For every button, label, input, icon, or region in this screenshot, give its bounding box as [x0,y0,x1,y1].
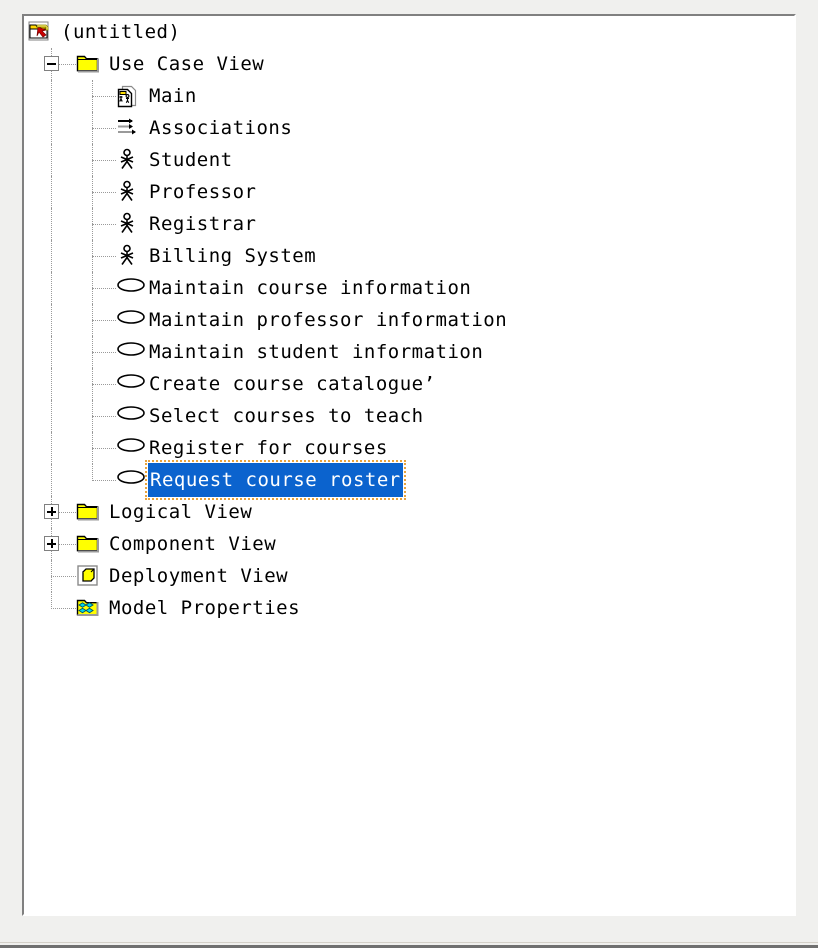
tree-node-label: Select courses to teach [148,400,425,432]
model-root-icon [28,20,54,44]
tree-guide-vertical [51,240,53,272]
tree-guide-horizontal [51,576,76,578]
tree-node[interactable]: Maintain course information [24,272,794,304]
tree-guide-horizontal [92,224,116,226]
tree-node-label: Maintain course information [148,272,472,304]
folder-icon [76,500,102,524]
tree-node-label: Deployment View [108,560,289,592]
tree-guide-horizontal [51,608,76,610]
model-tree[interactable]: (untitled) Use Case View Main Associatio… [24,16,794,624]
tree-guide-vertical [51,336,53,368]
tree-node-label: (untitled) [60,16,181,48]
model-browser-panel[interactable]: (untitled) Use Case View Main Associatio… [22,14,796,916]
folder-icon [76,532,102,556]
tree-node[interactable]: Student [24,144,794,176]
expand-node-button[interactable] [44,504,59,519]
tree-guide-vertical [51,144,53,176]
use-case-icon [116,468,142,492]
tree-node[interactable]: Registrar [24,208,794,240]
tree-guide-vertical [51,208,53,240]
tree-node-label: Maintain student information [148,336,484,368]
use-case-icon [116,308,142,332]
tree-node[interactable]: Logical View [24,496,794,528]
tree-node[interactable]: Component View [24,528,794,560]
tree-node[interactable]: Maintain student information [24,336,794,368]
tree-node[interactable]: Request course roster [24,464,794,496]
tree-guide-horizontal [92,384,116,386]
tree-node[interactable]: Professor [24,176,794,208]
tree-node[interactable]: Select courses to teach [24,400,794,432]
tree-node-label: Register for courses [148,432,389,464]
tree-guide-vertical [51,176,53,208]
actor-icon [116,244,142,268]
tree-node-label: Student [148,144,234,176]
tree-guide-horizontal [92,448,116,450]
tree-node[interactable]: Main [24,80,794,112]
tree-node[interactable]: Billing System [24,240,794,272]
actor-icon [116,148,142,172]
tree-node[interactable]: Register for courses [24,432,794,464]
tree-node-label: Component View [108,528,277,560]
tree-node-label: Use Case View [108,48,265,80]
tree-node-label: Model Properties [108,592,301,624]
tree-guide-horizontal [92,416,116,418]
tree-guide-vertical [51,592,53,609]
collapse-node-button[interactable] [44,56,59,71]
tree-guide-vertical [51,432,53,464]
use-case-icon [116,276,142,300]
use-case-icon [116,404,142,428]
actor-icon [116,180,142,204]
tree-guide-horizontal [92,256,116,258]
tree-guide-vertical [51,304,53,336]
tree-node-label: Logical View [108,496,253,528]
tree-guide-horizontal [92,160,116,162]
application-window: (untitled) Use Case View Main Associatio… [0,0,818,948]
expand-node-button[interactable] [44,536,59,551]
folder-icon [76,52,102,76]
tree-guide-horizontal [92,288,116,290]
tree-node[interactable]: Deployment View [24,560,794,592]
tree-guide-horizontal [92,192,116,194]
tree-node-label: Request course roster [148,463,403,497]
use-case-icon [116,436,142,460]
use-case-icon [116,340,142,364]
tree-guide-horizontal [92,352,116,354]
tree-guide-vertical [51,112,53,144]
diagram-icon [116,84,142,108]
deployment-icon [76,564,102,588]
tree-guide-vertical [51,368,53,400]
tree-node[interactable]: Use Case View [24,48,794,80]
tree-guide-horizontal [92,128,116,130]
tree-node-label: Associations [148,112,293,144]
tree-node-label: Create course catalogue’ [148,368,437,400]
window-bottom-edge [0,942,818,948]
associations-icon [116,116,142,140]
tree-node[interactable]: Maintain professor information [24,304,794,336]
tree-guide-horizontal [92,96,116,98]
tree-node[interactable]: Associations [24,112,794,144]
tree-node-label: Professor [148,176,257,208]
tree-guide-vertical [51,272,53,304]
tree-guide-vertical [51,400,53,432]
tree-root-node[interactable]: (untitled) [24,16,794,48]
tree-node-label: Main [148,80,198,112]
tree-node-label: Billing System [148,240,317,272]
tree-guide-vertical [51,80,53,112]
tree-guide-horizontal [92,480,116,482]
window-right-edge [814,0,818,948]
properties-icon [76,596,102,620]
actor-icon [116,212,142,236]
tree-node[interactable]: Model Properties [24,592,794,624]
tree-guide-horizontal [92,320,116,322]
tree-node[interactable]: Create course catalogue’ [24,368,794,400]
tree-node-label: Maintain professor information [148,304,508,336]
tree-guide-vertical [92,464,94,481]
use-case-icon [116,372,142,396]
tree-node-label: Registrar [148,208,257,240]
tree-guide-vertical [51,464,53,496]
